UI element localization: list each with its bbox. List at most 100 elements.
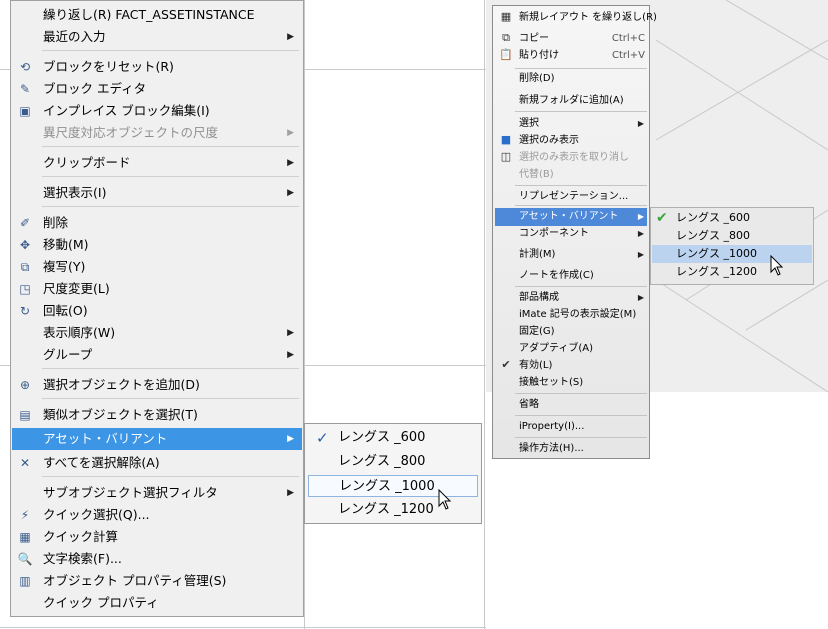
menu-item[interactable]: ◳ 尺度変更(L) — [12, 278, 302, 300]
menu-item[interactable]: リプレゼンテーション... — [495, 188, 647, 206]
menu-item-label: コピー — [519, 33, 549, 44]
drawing-gridline — [304, 0, 305, 629]
inventor-context-menu: ▦ 新規レイアウト を繰り返し(R) ⧉ コピー Ctrl+C 📋 貼り付け Ctrl+V 削除… — [492, 5, 657, 459]
menu-item[interactable]: アダプティブ(A) — [495, 340, 647, 358]
menu-item[interactable]: ▥ オブジェクト プロパティ管理(S) — [12, 570, 302, 592]
submenu-item[interactable]: レングス _1200 — [652, 263, 812, 281]
menu-item[interactable]: ■ 選択のみ表示 — [495, 132, 647, 150]
menu-separator — [42, 476, 299, 477]
menu-item[interactable]: ⧉ コピー Ctrl+C — [495, 30, 647, 48]
check-icon: ✔ — [501, 358, 511, 371]
menu-item[interactable]: ▦ クイック計算 — [12, 526, 302, 548]
menu-item[interactable]: ▤ 類似オブジェクトを選択(T) — [12, 404, 302, 426]
menu-item[interactable]: 繰り返し(R) FACT_ASSETINSTANCE — [12, 4, 302, 26]
menu-item-label: 代替(B) — [519, 169, 554, 180]
submenu-item-label: レングス _600 — [676, 211, 750, 224]
menu-item-label: 新規フォルダに追加(A) — [519, 95, 624, 106]
menu-item[interactable]: iProperty(I)... — [495, 418, 647, 436]
copy-icon: ⧉ — [502, 31, 510, 44]
menu-item[interactable]: ⊕ 選択オブジェクトを追加(D) — [12, 374, 302, 396]
menu-item[interactable]: 計測(M) ▶ — [495, 246, 647, 264]
menu-item-label: 貼り付け — [519, 50, 559, 61]
menu-item-asset-variant[interactable]: アセット・バリアント ▶ — [12, 428, 302, 450]
erase-icon: ✐ — [19, 216, 31, 230]
menu-item[interactable]: ▦ 新規レイアウト を繰り返し(R) — [495, 9, 657, 27]
submenu-arrow-icon: ▶ — [287, 328, 294, 338]
menu-item[interactable]: ◫ 選択のみ表示を取り消し — [495, 149, 647, 167]
submenu-item[interactable]: レングス _1000 — [652, 245, 812, 263]
menu-item-label: サブオブジェクト選択フィルタ — [43, 485, 218, 500]
submenu-arrow-icon: ▶ — [287, 350, 294, 360]
menu-item[interactable]: ✔ 有効(L) — [495, 357, 647, 375]
menu-item[interactable]: ⚡ クイック選択(Q)... — [12, 504, 302, 526]
menu-separator — [42, 368, 299, 369]
menu-item-label: ブロックをリセット(R) — [43, 59, 174, 74]
menu-separator — [515, 68, 647, 69]
menu-item[interactable]: 表示順序(W) ▶ — [12, 322, 302, 344]
autocad-context-menu: 繰り返し(R) FACT_ASSETINSTANCE 最近の入力 ▶ ⟲ ブロックをリセ… — [10, 0, 304, 617]
paste-icon: 📋 — [499, 48, 513, 61]
menu-item[interactable]: ✐ 削除 — [12, 212, 302, 234]
submenu-item[interactable]: レングス _1200 — [308, 499, 478, 521]
menu-item-label: 類似オブジェクトを選択(T) — [43, 407, 198, 422]
reset-block-icon: ⟲ — [19, 60, 31, 74]
submenu-item[interactable]: レングス _800 — [308, 451, 478, 473]
menu-separator — [42, 176, 299, 177]
menu-item[interactable]: 選択 ▶ — [495, 115, 647, 133]
drawing-gridline — [0, 627, 486, 628]
menu-item[interactable]: 選択表示(I) ▶ — [12, 182, 302, 204]
menu-item[interactable]: 異尺度対応オブジェクトの尺度 ▶ — [12, 122, 302, 144]
menu-item[interactable]: ✎ ブロック エディタ — [12, 78, 302, 100]
add-selected-icon: ⊕ — [19, 378, 31, 392]
menu-separator — [42, 206, 299, 207]
menu-item[interactable]: 削除(D) — [495, 70, 647, 88]
menu-item[interactable]: サブオブジェクト選択フィルタ ▶ — [12, 482, 302, 504]
menu-item-label: 回転(O) — [43, 303, 88, 318]
menu-item-label: 異尺度対応オブジェクトの尺度 — [43, 125, 219, 140]
menu-item[interactable]: 代替(B) — [495, 166, 647, 184]
find-text-icon: 🔍 — [17, 552, 33, 566]
select-similar-icon: ▤ — [19, 408, 31, 422]
submenu-item-label: レングス _600 — [338, 430, 426, 445]
submenu-item[interactable]: ✓ レングス _600 — [308, 427, 478, 449]
menu-separator — [515, 393, 647, 394]
menu-item[interactable]: 省略 — [495, 396, 647, 414]
menu-item[interactable]: ▣ インプレイス ブロック編集(I) — [12, 100, 302, 122]
submenu-item[interactable]: ✔ レングス _600 — [652, 209, 812, 227]
menu-separator — [515, 286, 647, 287]
menu-item[interactable]: ⟲ ブロックをリセット(R) — [12, 56, 302, 78]
submenu-item[interactable]: レングス _800 — [652, 227, 812, 245]
menu-item-label: iMate 記号の表示設定(M) — [519, 309, 637, 320]
menu-item[interactable]: iMate 記号の表示設定(M) — [495, 306, 647, 324]
menu-item[interactable]: 📋 貼り付け Ctrl+V — [495, 47, 647, 65]
menu-item[interactable]: 部品構成 ▶ — [495, 289, 647, 307]
menu-item-label: iProperty(I)... — [519, 421, 585, 432]
submenu-item-label: レングス _1000 — [339, 479, 435, 494]
submenu-arrow-icon: ▶ — [637, 212, 644, 221]
menu-item[interactable]: ↻ 回転(O) — [12, 300, 302, 322]
menu-item-label: 表示順序(W) — [43, 325, 116, 340]
menu-item-asset-variant[interactable]: アセット・バリアント ▶ — [495, 208, 647, 226]
submenu-arrow-icon: ▶ — [287, 158, 294, 168]
menu-item[interactable]: 最近の入力 ▶ — [12, 26, 302, 48]
menu-item[interactable]: ✕ すべてを選択解除(A) — [12, 452, 302, 474]
menu-item[interactable]: クイック プロパティ — [12, 592, 302, 614]
menu-item[interactable]: 接触セット(S) — [495, 374, 647, 392]
menu-item[interactable]: 🔍 文字検索(F)... — [12, 548, 302, 570]
menu-item[interactable]: 操作方法(H)... — [495, 440, 647, 458]
menu-item-label: インプレイス ブロック編集(I) — [43, 103, 210, 118]
menu-item[interactable]: グループ ▶ — [12, 344, 302, 366]
asset-variant-submenu-b: ✔ レングス _600 レングス _800 レングス _1000 レングス _1200 — [650, 207, 814, 285]
menu-item[interactable]: クリップボード ▶ — [12, 152, 302, 174]
menu-item[interactable]: 新規フォルダに追加(A) — [495, 92, 647, 110]
menu-item[interactable]: コンポーネント ▶ — [495, 225, 647, 243]
submenu-item[interactable]: レングス _1000 — [308, 475, 478, 497]
menu-item[interactable]: ✥ 移動(M) — [12, 234, 302, 256]
menu-item[interactable]: ノートを作成(C) — [495, 267, 647, 285]
menu-item[interactable]: ⧉ 複写(Y) — [12, 256, 302, 278]
menu-item[interactable]: 固定(G) — [495, 323, 647, 341]
menu-item-label: 選択オブジェクトを追加(D) — [43, 377, 200, 392]
menu-separator — [42, 146, 299, 147]
submenu-arrow-icon: ▶ — [287, 32, 294, 42]
undo-isolate-icon: ◫ — [500, 150, 512, 163]
